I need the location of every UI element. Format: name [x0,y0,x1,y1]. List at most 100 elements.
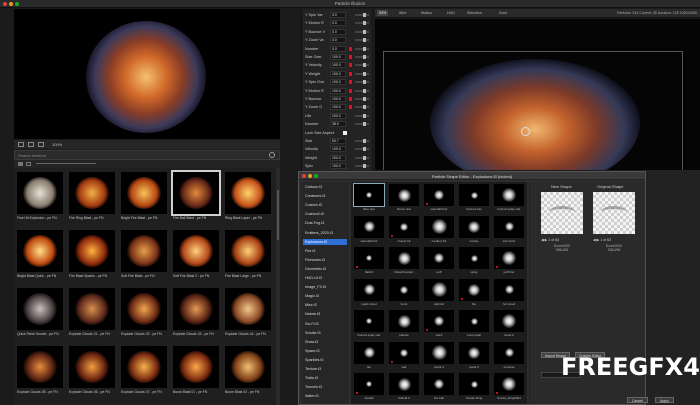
library-item[interactable]: Boom Blast 02 - pe FN [225,346,271,394]
shape-item[interactable]: Flare(thunder) [387,247,421,277]
library-item[interactable]: Explode Clouds 07 - pe FN [121,346,167,394]
search-input[interactable]: Search emitters [18,153,46,158]
shape-item[interactable]: fire ball [422,373,456,403]
shape-item[interactable]: star burst [492,215,526,246]
shape-item[interactable]: flash3 [352,247,386,277]
property-value[interactable]: 0.0 [330,45,346,52]
main-viewport[interactable] [375,19,700,170]
shape-item[interactable]: cloudy hit [387,215,421,246]
shape-item[interactable]: debris2 [422,278,456,309]
shape-item[interactable]: cloud 2 [492,310,526,340]
property-slider[interactable] [355,80,369,85]
shape-item[interactable]: blurred splay star [492,184,526,214]
property-slider[interactable] [355,71,369,76]
property-value[interactable]: 100.0 [330,87,346,94]
shape-category-item[interactable]: Texture.t3 [303,366,347,372]
emitter-position-handle[interactable] [521,127,530,136]
shape-category-item[interactable]: Nature.t3 [303,311,347,317]
library-item[interactable]: Bright Blast Quick - pe FN [17,230,63,278]
property-value[interactable]: 100.0 [330,104,346,111]
shape-item[interactable]: burst splat [457,310,491,340]
shape-category-item[interactable]: Misc.t3 [303,302,347,308]
library-item[interactable]: Explode Clouds 03 - pe FN [173,288,219,336]
shape-category-item[interactable]: Custom.t3 [303,202,347,208]
shape-category-item[interactable]: Water.t3 [303,393,347,399]
library-item[interactable]: Bright Fire Blast - pe FN [121,172,167,220]
grid-view-icon[interactable] [18,162,23,166]
library-item[interactable]: Boom Blast 01 - pe FN [173,346,219,394]
thumb-size-slider[interactable] [36,163,96,164]
property-slider[interactable] [355,139,369,143]
shape-category-item[interactable]: Tunnels.t3 [303,384,347,390]
property-slider[interactable] [355,21,369,26]
frame-icon[interactable] [38,142,44,147]
shape-category-item[interactable]: Image_FX.t3 [303,284,347,290]
viewport-tab[interactable]: 93% [377,10,389,16]
viewport-tab[interactable]: Zone [497,10,509,16]
shape-item[interactable]: blurred star [457,184,491,214]
library-item[interactable]: Soft Fire Blast 2 - pe FN [173,230,219,278]
viewport-tab[interactable]: Motion [419,10,434,16]
library-item[interactable]: Fire Ring Blast - pe FN [69,172,115,220]
shape-category-item[interactable]: Space.t3 [303,348,347,354]
shape-category-item[interactable]: Fire.t3 [303,248,347,254]
viewport-tab[interactable]: Selection [465,10,484,16]
shape-item[interactable]: waterfall blur [422,184,456,214]
library-item[interactable]: Explode Clouds 01 - pe FN [69,288,115,336]
new-shape-nav[interactable]: ◀ ▶ 1 of 63 [541,238,559,242]
property-value[interactable]: 0.0 [330,37,346,44]
property-value[interactable]: 100.0 [330,70,346,77]
property-slider[interactable] [355,164,369,169]
property-slider[interactable] [355,113,369,118]
shape-item[interactable]: blurred splay star [352,310,386,340]
shape-item[interactable]: particle [387,310,421,340]
lock-aspect-checkbox[interactable] [343,130,347,135]
property-value[interactable]: 100.0 [330,54,346,60]
shape-item[interactable]: puff blur [492,247,526,277]
shape-item[interactable]: medium hit [422,215,456,246]
shape-item[interactable]: smoke [457,215,491,246]
shape-item[interactable]: fire [352,341,386,372]
property-slider[interactable] [355,147,369,152]
shape-item[interactable]: spark cloud [352,278,386,309]
shape-item[interactable]: bloom star [387,184,421,214]
shape-category-item[interactable]: Fireworks.t3 [303,257,347,263]
library-item[interactable]: Explode Clouds 05 - pe FN [17,346,63,394]
property-value[interactable]: 38.0 [330,121,346,128]
library-item[interactable]: Fire Blast Large - pe FN [225,230,271,278]
shape-category-item[interactable]: Geometric.t3 [303,266,347,272]
shape-category-item[interactable]: Custom2.t3 [303,211,347,217]
library-scroll-thumb[interactable] [277,190,279,240]
keyframe-marker[interactable] [349,97,352,101]
shape-item[interactable]: fireball 2 [387,373,421,403]
property-slider[interactable] [355,55,369,59]
shape-category-item[interactable]: Smoke.t3 [303,330,347,336]
property-value[interactable]: 100.0 [330,163,346,170]
shape-item[interactable]: flare star [352,183,386,214]
library-item[interactable]: Explode Clouds 04 - pe FN [225,288,271,336]
view-icon[interactable] [28,142,34,147]
property-slider[interactable] [355,97,369,101]
keyframe-marker[interactable] [349,46,352,51]
keyframe-marker[interactable] [349,71,352,76]
property-slider[interactable] [355,88,369,93]
property-slider[interactable] [355,155,369,160]
property-slider[interactable] [355,46,369,51]
refresh-icon[interactable] [269,152,275,158]
property-value[interactable]: 100.0 [330,96,346,102]
shape-category-item[interactable]: Explosions.t3 [303,238,347,245]
shape-item[interactable]: spray [457,247,491,277]
shape-category-item[interactable]: Sci-Fi.t3 [303,321,347,327]
library-item[interactable]: Explode Clouds 02 - pe FN [121,288,167,336]
property-value[interactable]: 0.0 [330,28,346,35]
property-slider[interactable] [355,63,369,68]
keyframe-marker[interactable] [349,88,352,93]
shape-item[interactable]: burst [387,278,421,309]
property-value[interactable]: 0.0 [330,12,346,18]
shape-category-item[interactable]: HUD-UI.t3 [303,275,347,281]
keyframe-marker[interactable] [349,55,352,59]
apply-button[interactable]: Apply [655,397,674,403]
shape-item[interactable]: fireball [352,373,386,403]
property-slider[interactable] [355,122,369,127]
library-item[interactable]: Fire Ball Blast - pe FN [171,170,221,220]
